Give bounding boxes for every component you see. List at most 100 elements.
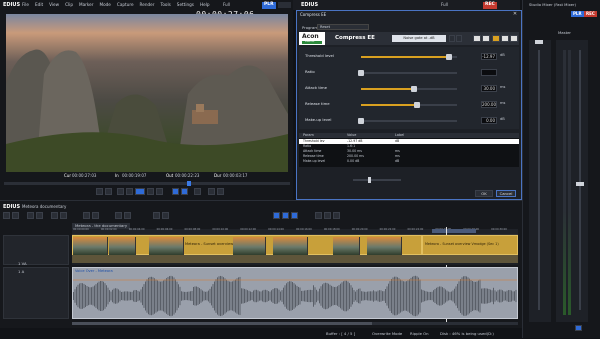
video-clip-1-label: Meteora - Sunset overview	[185, 242, 234, 246]
param-value-field[interactable]: 30.00	[481, 85, 497, 92]
ruler-tick-label: 00:00:24:00	[407, 228, 424, 231]
param-slider-handle[interactable]	[413, 102, 420, 108]
tl-tool-16[interactable]	[315, 212, 322, 219]
tl-snap-button[interactable]	[282, 212, 289, 219]
param-value-field[interactable]	[481, 69, 497, 76]
ab-button[interactable]	[492, 35, 500, 42]
menu-mode[interactable]: Mode	[99, 2, 110, 7]
tl-tool-9[interactable]	[115, 212, 122, 219]
tl-tool-10[interactable]	[124, 212, 131, 219]
mix-slider[interactable]	[353, 177, 401, 183]
param-slider[interactable]	[361, 120, 457, 122]
channel-fader-handle[interactable]	[535, 40, 543, 44]
position-handle[interactable]	[187, 181, 191, 186]
tl-tool-3[interactable]	[27, 212, 34, 219]
settings-button[interactable]	[208, 188, 215, 195]
play-button[interactable]	[135, 188, 145, 195]
param-slider-handle[interactable]	[410, 86, 417, 92]
rewind-button[interactable]	[126, 188, 133, 195]
menu-clip[interactable]: Clip	[65, 2, 73, 7]
menu-marker[interactable]: Marker	[79, 2, 93, 7]
info-button[interactable]	[510, 35, 518, 42]
menu-view[interactable]: View	[49, 2, 59, 7]
menu-help[interactable]: Help	[200, 2, 210, 7]
video-clip-2[interactable]: Meteora - Sunset overview Vmodge (Sec 1)	[422, 235, 518, 255]
table-cell: Release time	[303, 154, 324, 158]
window-controls[interactable]	[278, 2, 291, 8]
menu-file[interactable]: File	[22, 2, 29, 7]
master-fader-handle[interactable]	[576, 182, 584, 186]
status-buffer: Buffer : [ 4 / 5 ]	[326, 331, 356, 336]
audio-track: Voice Over - Meteora	[72, 267, 518, 319]
param-label: Release time	[305, 101, 330, 106]
copy-button[interactable]	[501, 35, 509, 42]
param-value-field[interactable]: -12.97	[481, 53, 497, 60]
plugin-dialog: Compress EE ✕ Program Reset Acon DIGITAL…	[296, 10, 522, 200]
preset-next-button[interactable]	[456, 35, 462, 42]
recorder-mode[interactable]: Full	[441, 3, 448, 7]
tl-tool-8[interactable]	[92, 212, 99, 219]
tl-tool-2[interactable]	[12, 212, 19, 219]
fast-forward-button[interactable]	[147, 188, 154, 195]
menu-capture[interactable]: Capture	[117, 2, 134, 7]
program-select[interactable]: Reset	[317, 24, 369, 30]
param-slider-handle[interactable]	[358, 118, 364, 124]
param-slider-handle[interactable]	[446, 54, 453, 60]
menu-render[interactable]: Render	[140, 2, 155, 7]
mark-out-button[interactable]	[105, 188, 112, 195]
channel-fader-track[interactable]	[538, 50, 540, 310]
tl-tool-6[interactable]	[60, 212, 67, 219]
undo-button[interactable]	[473, 35, 481, 42]
tl-tool-17[interactable]	[324, 212, 331, 219]
tl-ripple-button[interactable]	[291, 212, 298, 219]
mark-in-button[interactable]	[96, 188, 103, 195]
table-row[interactable]: Make-up level 0.00 dB dB	[299, 159, 519, 164]
tl-tool-1[interactable]	[3, 212, 10, 219]
master-fader-track[interactable]	[579, 50, 581, 310]
table-cell: 30.00 ms	[347, 149, 362, 153]
cancel-button[interactable]: Cancel	[496, 190, 516, 197]
tl-tool-4[interactable]	[36, 212, 43, 219]
insert-button[interactable]	[172, 188, 179, 195]
audio-clip[interactable]: Voice Over - Meteora	[72, 267, 518, 319]
menu-tools[interactable]: Tools	[160, 2, 170, 7]
video-track: Meteora - Sunset overview Meteora - Suns…	[72, 235, 518, 265]
mixer-badge-rec: REC	[584, 11, 597, 17]
loop-button[interactable]	[156, 188, 163, 195]
tl-tool-5[interactable]	[51, 212, 58, 219]
mixer-play-button[interactable]	[575, 325, 582, 331]
tl-tool-12[interactable]	[162, 212, 169, 219]
timeline-scroll-thumb[interactable]	[72, 322, 372, 325]
stop-button[interactable]	[117, 188, 124, 195]
timeline-scrollbar[interactable]	[72, 322, 518, 325]
tl-sync-button[interactable]	[273, 212, 280, 219]
position-slider[interactable]	[4, 181, 290, 186]
preset-prev-button[interactable]	[449, 35, 455, 42]
preset-select[interactable]: Noise gate at -dB	[392, 35, 446, 42]
video-clip-1[interactable]: Meteora - Sunset overview	[72, 235, 422, 255]
menu-edit[interactable]: Edit	[35, 2, 43, 7]
param-label: Make-up level	[305, 117, 332, 122]
menu-settings[interactable]: Settings	[177, 2, 194, 7]
close-icon[interactable]: ✕	[512, 12, 518, 17]
video-clip-2-label: Meteora - Sunset overview Vmodge (Sec 1)	[425, 242, 499, 246]
table-cell: dB	[395, 139, 400, 143]
ok-button[interactable]: OK	[475, 190, 493, 197]
param-label: Threshold level	[305, 53, 334, 58]
export-button[interactable]	[194, 188, 201, 195]
param-slider-handle[interactable]	[358, 70, 364, 76]
overwrite-button[interactable]	[181, 188, 188, 195]
track-header-audio[interactable]: 1 A	[3, 267, 69, 319]
param-slider[interactable]	[361, 72, 457, 74]
program-label: Program	[302, 25, 319, 30]
tl-tool-18[interactable]	[333, 212, 340, 219]
tl-tool-7[interactable]	[83, 212, 90, 219]
tl-tool-11[interactable]	[153, 212, 160, 219]
mix-slider-handle[interactable]	[368, 177, 371, 183]
param-value-field[interactable]: 200.00	[481, 101, 497, 108]
param-value-field[interactable]: 0.00	[481, 117, 497, 124]
track-header-video[interactable]: 1 VA	[3, 235, 69, 265]
redo-button[interactable]	[482, 35, 490, 42]
extra-button[interactable]	[217, 188, 224, 195]
player-mode-select[interactable]: Full	[223, 3, 230, 7]
